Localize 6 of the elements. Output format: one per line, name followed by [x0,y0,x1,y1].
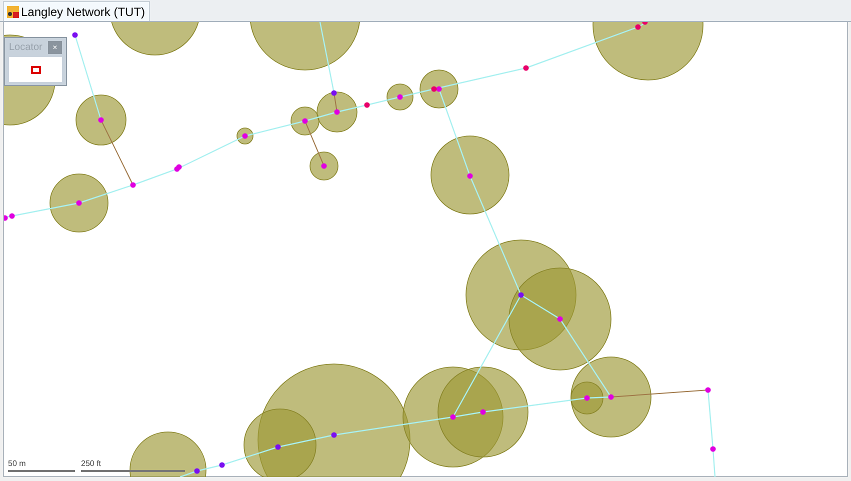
scale-label: 250 ft [81,459,102,468]
scale-bar [8,470,75,472]
extent-marker-icon [30,64,40,74]
scale-label: 50 m [8,459,27,468]
map-tab[interactable]: Langley Network (TUT) [3,1,150,21]
map-document-icon [7,6,19,18]
